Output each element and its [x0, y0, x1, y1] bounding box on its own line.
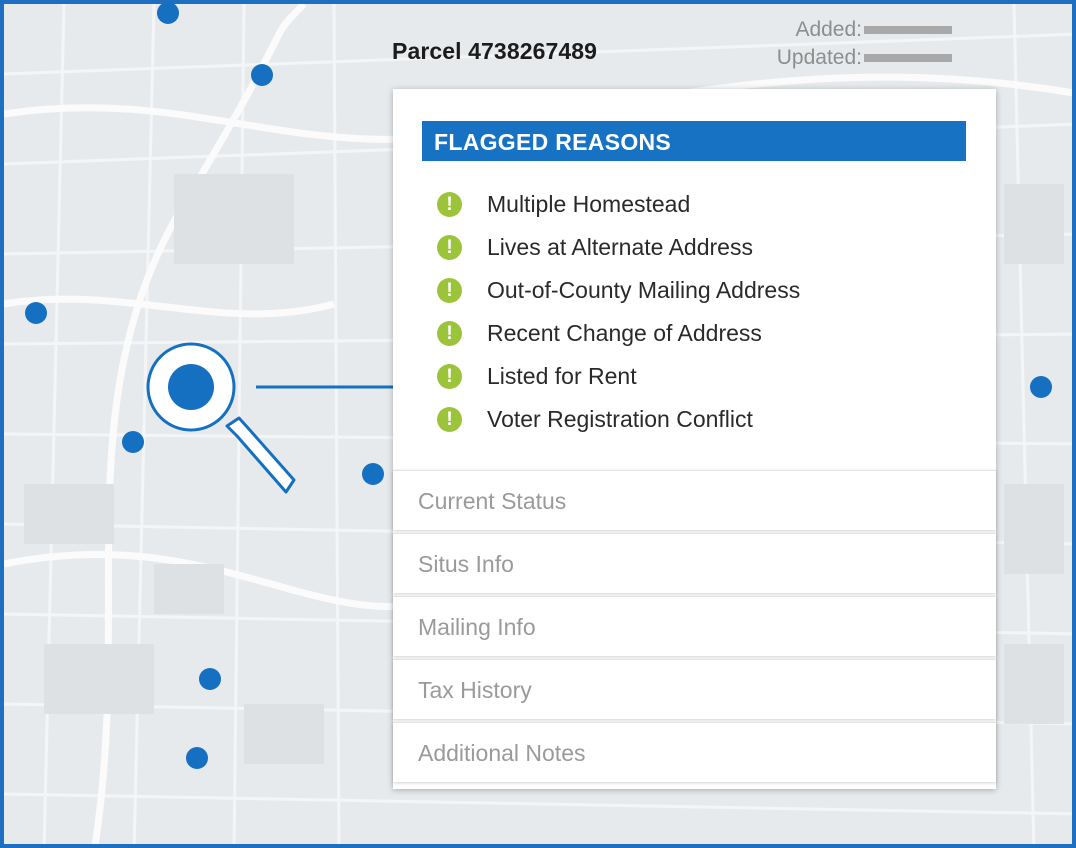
map-dot[interactable]	[199, 668, 221, 690]
updated-row: Updated:	[777, 44, 952, 72]
section-situs-info[interactable]: Situs Info	[393, 533, 996, 593]
map-dot[interactable]	[362, 463, 384, 485]
flagged-reason-label: Lives at Alternate Address	[487, 234, 753, 260]
parcel-title: Parcel 4738267489	[392, 38, 598, 64]
map-dot[interactable]	[251, 64, 273, 86]
flagged-reason-item: ! Lives at Alternate Address	[437, 226, 800, 269]
flagged-reason-label: Voter Registration Conflict	[487, 406, 753, 432]
added-label: Added:	[795, 18, 862, 41]
flagged-reason-label: Multiple Homestead	[487, 191, 691, 217]
updated-value-redacted	[864, 54, 952, 62]
map-dot[interactable]	[1030, 376, 1052, 398]
section-current-status[interactable]: Current Status	[393, 470, 996, 530]
flagged-reason-label: Listed for Rent	[487, 363, 637, 389]
section-mailing-info[interactable]: Mailing Info	[393, 596, 996, 656]
map-frame: Parcel 4738267489 Added: Updated: FLAGGE…	[0, 0, 1076, 848]
flagged-reason-item: ! Out-of-County Mailing Address	[437, 269, 800, 312]
exclamation-icon: !	[437, 407, 462, 432]
map-dot[interactable]	[157, 4, 179, 24]
flagged-reason-item: ! Recent Change of Address	[437, 312, 800, 355]
accordion-sections: Current Status Situs Info Mailing Info T…	[393, 470, 996, 785]
map-dot[interactable]	[186, 747, 208, 769]
flagged-reason-label: Out-of-County Mailing Address	[487, 277, 801, 303]
exclamation-icon: !	[437, 192, 462, 217]
exclamation-icon: !	[437, 321, 462, 346]
flagged-reasons-list: ! Multiple Homestead ! Lives at Alternat…	[437, 183, 800, 441]
updated-label: Updated:	[776, 46, 862, 69]
record-dates: Added: Updated:	[777, 16, 952, 72]
map-dot[interactable]	[25, 302, 47, 324]
section-additional-notes[interactable]: Additional Notes	[393, 722, 996, 782]
magnifier-icon[interactable]	[146, 342, 396, 494]
added-value-redacted	[864, 26, 952, 34]
section-tax-history[interactable]: Tax History	[393, 659, 996, 719]
exclamation-icon: !	[437, 235, 462, 260]
flagged-reason-item: ! Voter Registration Conflict	[437, 398, 800, 441]
exclamation-icon: !	[437, 364, 462, 389]
added-row: Added:	[777, 16, 952, 44]
parcel-detail-panel: FLAGGED REASONS ! Multiple Homestead ! L…	[393, 89, 996, 789]
flagged-reason-label: Recent Change of Address	[487, 320, 762, 346]
flagged-reasons-header: FLAGGED REASONS	[422, 121, 966, 161]
flagged-reason-item: ! Multiple Homestead	[437, 183, 800, 226]
map-dot[interactable]	[122, 431, 144, 453]
flagged-reason-item: ! Listed for Rent	[437, 355, 800, 398]
exclamation-icon: !	[437, 278, 462, 303]
